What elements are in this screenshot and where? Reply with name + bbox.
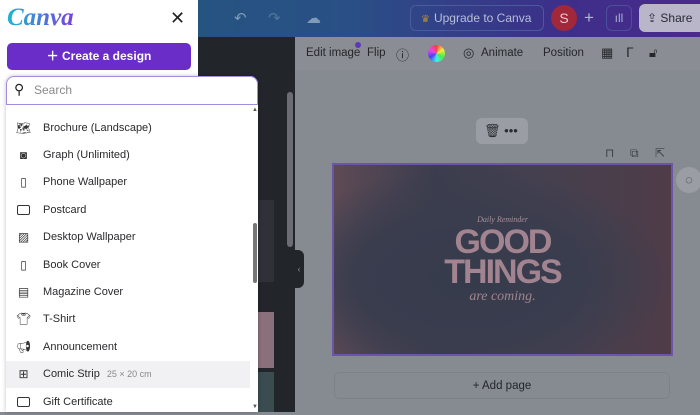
info-icon[interactable]: ⓘ bbox=[396, 45, 409, 64]
redo-icon[interactable]: ↷ bbox=[268, 9, 281, 27]
design-type-dropdown: ⚲ ▲ ▼ 🗺︎ Brochure (Landscape) ◙ Graph (Unli… bbox=[6, 76, 258, 412]
animate-button[interactable]: Animate bbox=[481, 47, 523, 59]
template-thumbnail[interactable] bbox=[258, 312, 274, 368]
lock-page-icon[interactable]: ⊓ bbox=[605, 146, 614, 160]
list-item[interactable]: ▯ Phone Wallpaper bbox=[6, 169, 250, 196]
list-item-label: Comic Strip bbox=[43, 368, 100, 381]
list-item[interactable]: Gift Certificate bbox=[6, 388, 250, 415]
add-collaborator-button[interactable]: + bbox=[576, 5, 602, 31]
list-item[interactable]: 📢︎ Announcement bbox=[6, 333, 250, 360]
list-item-label: Announcement bbox=[43, 340, 117, 353]
list-item[interactable]: ◙ Graph (Unlimited) bbox=[6, 141, 250, 168]
certificate-icon bbox=[16, 394, 31, 409]
map-icon: 🗺︎ bbox=[15, 120, 32, 135]
list-item-label: Book Cover bbox=[43, 258, 101, 271]
postcard-icon bbox=[16, 202, 31, 217]
scroll-up-arrow[interactable]: ▲ bbox=[252, 107, 258, 113]
lock-icon[interactable]: 🔓︎ bbox=[649, 45, 657, 61]
scroll-down-arrow[interactable]: ▼ bbox=[252, 404, 258, 410]
list-item[interactable]: Postcard bbox=[6, 196, 250, 223]
list-item-label: Brochure (Landscape) bbox=[43, 121, 152, 134]
upgrade-button[interactable]: ♛Upgrade to Canva Pro bbox=[410, 5, 544, 51]
search-icon: ⚲ bbox=[14, 81, 25, 97]
duplicate-page-icon[interactable]: ⧉ bbox=[630, 146, 639, 161]
paint-roller-icon[interactable]: ᒥ bbox=[626, 45, 633, 61]
canva-logo[interactable]: Canva bbox=[7, 4, 74, 32]
megaphone-icon: 📢︎ bbox=[15, 339, 32, 354]
subtitle-text[interactable]: are coming. bbox=[334, 289, 671, 305]
animate-icon: ◎ bbox=[463, 45, 475, 60]
list-item-dimensions: 25 × 20 cm bbox=[106, 369, 152, 380]
book-icon: ▯ bbox=[20, 257, 27, 272]
create-label: Create a design bbox=[61, 49, 152, 63]
add-page-button[interactable]: + Add page bbox=[334, 372, 670, 399]
image-icon: ▨ bbox=[17, 230, 30, 245]
list-item-label: T-Shirt bbox=[43, 313, 76, 326]
list-item[interactable]: ▨ Desktop Wallpaper bbox=[6, 224, 250, 251]
position-button[interactable]: Position bbox=[543, 47, 584, 59]
design-type-list: 🗺︎ Brochure (Landscape) ◙ Graph (Unlimited)… bbox=[6, 114, 250, 415]
template-thumbnail[interactable] bbox=[258, 372, 274, 412]
close-icon[interactable]: ✕ bbox=[170, 8, 185, 29]
editor-toolbar: Edit image Flip ⓘ ◎ Animate Position ▦ ᒥ… bbox=[295, 37, 700, 70]
list-item[interactable]: ▯ Book Cover bbox=[6, 251, 250, 278]
list-item-label: Graph (Unlimited) bbox=[43, 149, 130, 162]
template-thumbnail[interactable] bbox=[258, 200, 274, 282]
edit-image-button[interactable]: Edit image bbox=[306, 47, 360, 59]
side-panel-scrollbar[interactable] bbox=[287, 92, 293, 247]
trash-icon[interactable]: 🗑︎ bbox=[484, 123, 501, 138]
graph-icon: ◙ bbox=[19, 148, 28, 163]
list-item-label: Magazine Cover bbox=[43, 286, 124, 299]
search-box: ⚲ bbox=[6, 76, 258, 105]
undo-icon[interactable]: ↶ bbox=[234, 9, 247, 27]
design-canvas[interactable]: Daily Reminder GOOD THINGS are coming. bbox=[332, 163, 673, 356]
plus-icon: ＋ bbox=[46, 49, 62, 63]
list-item-label: Postcard bbox=[43, 203, 87, 216]
cloud-saved-icon[interactable]: ☁ bbox=[306, 9, 321, 27]
list-item[interactable]: ▤ Magazine Cover bbox=[6, 278, 250, 305]
color-wheel-icon[interactable] bbox=[428, 45, 445, 62]
share-button[interactable]: ⇪ Share bbox=[639, 4, 700, 32]
list-item[interactable]: 🗺︎ Brochure (Landscape) bbox=[6, 114, 250, 141]
add-comment-button[interactable]: ◌ bbox=[676, 167, 700, 193]
list-item[interactable]: 👕︎ T-Shirt bbox=[6, 306, 250, 333]
dropdown-scrollbar[interactable] bbox=[253, 223, 257, 283]
notification-dot bbox=[355, 42, 361, 48]
headline-text[interactable]: GOOD THINGS bbox=[334, 225, 671, 291]
tshirt-icon: 👕︎ bbox=[15, 312, 32, 327]
magazine-icon: ▤ bbox=[17, 285, 30, 300]
more-icon[interactable]: ••• bbox=[504, 123, 518, 138]
list-item-label: Gift Certificate bbox=[43, 395, 113, 408]
list-item-label: Phone Wallpaper bbox=[43, 176, 127, 189]
list-item-label: Desktop Wallpaper bbox=[43, 231, 136, 244]
collapse-panel-button[interactable]: ‹ bbox=[294, 250, 304, 288]
search-input[interactable] bbox=[34, 83, 244, 97]
comic-icon: ⊞ bbox=[18, 367, 29, 382]
share-label: Share bbox=[660, 11, 693, 25]
phone-wallpaper-icon: ▯ bbox=[20, 175, 27, 190]
flip-button[interactable]: Flip bbox=[367, 47, 386, 59]
things-text: THINGS bbox=[444, 253, 562, 291]
share-icon: ⇪ bbox=[647, 11, 661, 25]
insights-button[interactable]: ıll bbox=[606, 5, 632, 31]
transparency-icon[interactable]: ▦ bbox=[601, 45, 613, 61]
add-page-icon[interactable]: ⇱ bbox=[655, 146, 665, 160]
element-actions: 🗑︎ ••• bbox=[476, 118, 528, 144]
create-design-button[interactable]: ＋ Create a design bbox=[7, 43, 191, 70]
avatar[interactable]: S bbox=[551, 5, 577, 31]
list-item[interactable]: ⊞ Comic Strip 25 × 20 cm bbox=[6, 360, 250, 388]
crown-icon: ♛ bbox=[421, 14, 430, 25]
